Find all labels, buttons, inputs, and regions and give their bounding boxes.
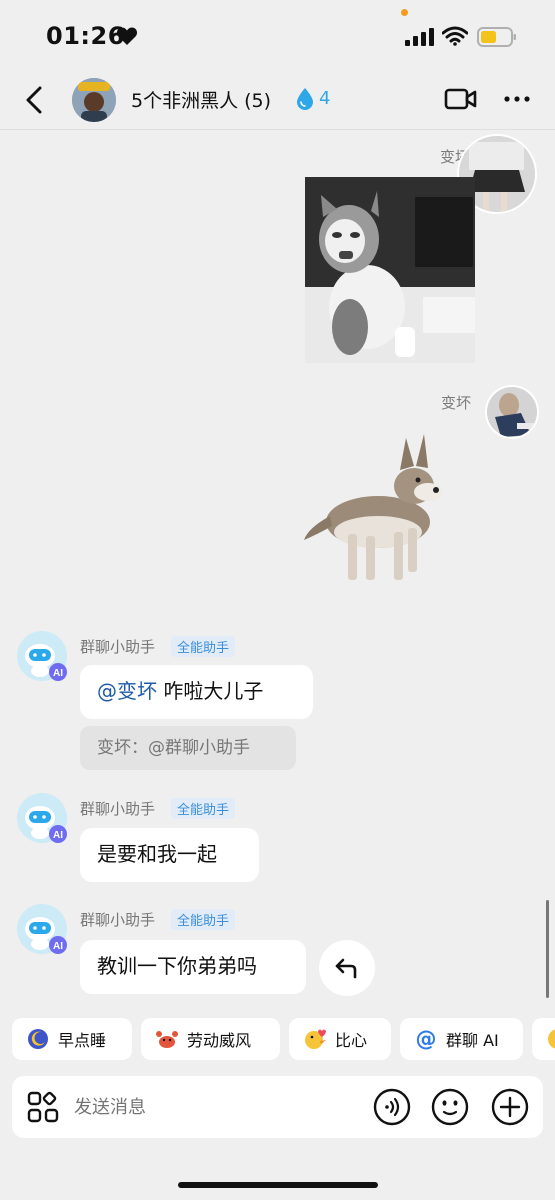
message-bubble[interactable]: 教训一下你弟弟吗	[80, 940, 306, 994]
wifi-icon	[442, 26, 468, 46]
bot-name: 群聊小助手	[80, 800, 156, 818]
cat-image	[305, 177, 475, 363]
chip-label: 群聊 AI	[446, 1031, 499, 1050]
privacy-indicator-dot	[401, 9, 408, 16]
chip-label: 比心	[335, 1031, 368, 1050]
bot-avatar-icon[interactable]: AI	[17, 904, 67, 954]
more-options-icon[interactable]	[502, 86, 532, 112]
voice-icon[interactable]	[372, 1087, 412, 1127]
group-avatar-image	[72, 78, 116, 122]
mention-link[interactable]: @变坏	[97, 679, 157, 703]
sender-name: 变坏	[441, 394, 472, 412]
bot-name: 群聊小助手	[80, 638, 156, 656]
message-input[interactable]	[74, 1094, 354, 1120]
message-bubble[interactable]: 是要和我一起	[80, 828, 259, 882]
drop-count: 4	[319, 88, 331, 109]
back-arrow-icon[interactable]	[20, 82, 48, 118]
dog-image	[296, 418, 476, 608]
emoji-chip-icon	[548, 1029, 555, 1049]
bot-avatar-icon[interactable]: AI	[17, 793, 67, 843]
bot-badge: 全能助手	[171, 636, 236, 657]
chat-header: 5个非洲黑人 (5) 4	[0, 72, 555, 130]
crab-icon	[156, 1031, 178, 1048]
chip-heart[interactable]: 比心	[289, 1018, 391, 1060]
bot-badge: 全能助手	[171, 909, 236, 930]
plus-icon[interactable]	[490, 1087, 530, 1127]
image-message-cat[interactable]	[305, 177, 475, 363]
bot-name: 群聊小助手	[80, 911, 156, 929]
reply-arrow-icon	[335, 958, 357, 979]
bot-badge: 全能助手	[171, 798, 236, 819]
reply-button[interactable]	[319, 940, 375, 996]
chip-early-sleep[interactable]: 早点睡	[12, 1018, 132, 1060]
battery-icon	[477, 27, 516, 47]
heart-icon	[116, 27, 138, 45]
water-drop-icon	[297, 88, 313, 110]
scrollbar[interactable]	[546, 900, 549, 998]
group-avatar[interactable]	[72, 78, 116, 122]
cellular-signal-icon	[405, 28, 434, 46]
message-bubble[interactable]: @变坏 咋啦大儿子	[80, 665, 313, 719]
status-bar: 01:26	[0, 0, 555, 72]
apps-grid-icon[interactable]	[26, 1090, 60, 1124]
emoji-icon[interactable]	[430, 1087, 470, 1127]
svg-text:AI: AI	[53, 941, 63, 952]
message-text: 咋啦大儿子	[157, 679, 264, 703]
chip-group-ai[interactable]: @ 群聊 AI	[400, 1018, 523, 1060]
svg-text:@: @	[416, 1027, 437, 1051]
video-call-icon[interactable]	[444, 86, 478, 112]
bot-avatar-icon[interactable]: AI	[17, 631, 67, 681]
home-indicator[interactable]	[178, 1182, 378, 1188]
svg-text:AI: AI	[53, 668, 63, 679]
user-avatar[interactable]	[485, 385, 539, 439]
chip-more[interactable]	[532, 1018, 555, 1060]
at-icon: @	[416, 1027, 437, 1051]
message-input-bar	[12, 1076, 543, 1138]
status-time: 01:26	[46, 22, 125, 50]
group-title[interactable]: 5个非洲黑人 (5)	[131, 86, 271, 113]
quick-reply-chips: 早点睡 劳动威风 比心 @ 群聊 AI	[0, 1018, 555, 1062]
chip-label: 早点睡	[58, 1031, 107, 1050]
user-avatar-image	[487, 387, 537, 437]
svg-text:AI: AI	[53, 830, 63, 841]
moon-icon	[28, 1029, 48, 1049]
chip-label: 劳动威风	[187, 1031, 252, 1050]
duck-heart-icon	[305, 1029, 326, 1049]
chip-labor[interactable]: 劳动威风	[141, 1018, 280, 1060]
image-message-dog[interactable]	[296, 418, 476, 608]
quoted-message[interactable]: 变坏：@群聊小助手	[80, 726, 296, 770]
